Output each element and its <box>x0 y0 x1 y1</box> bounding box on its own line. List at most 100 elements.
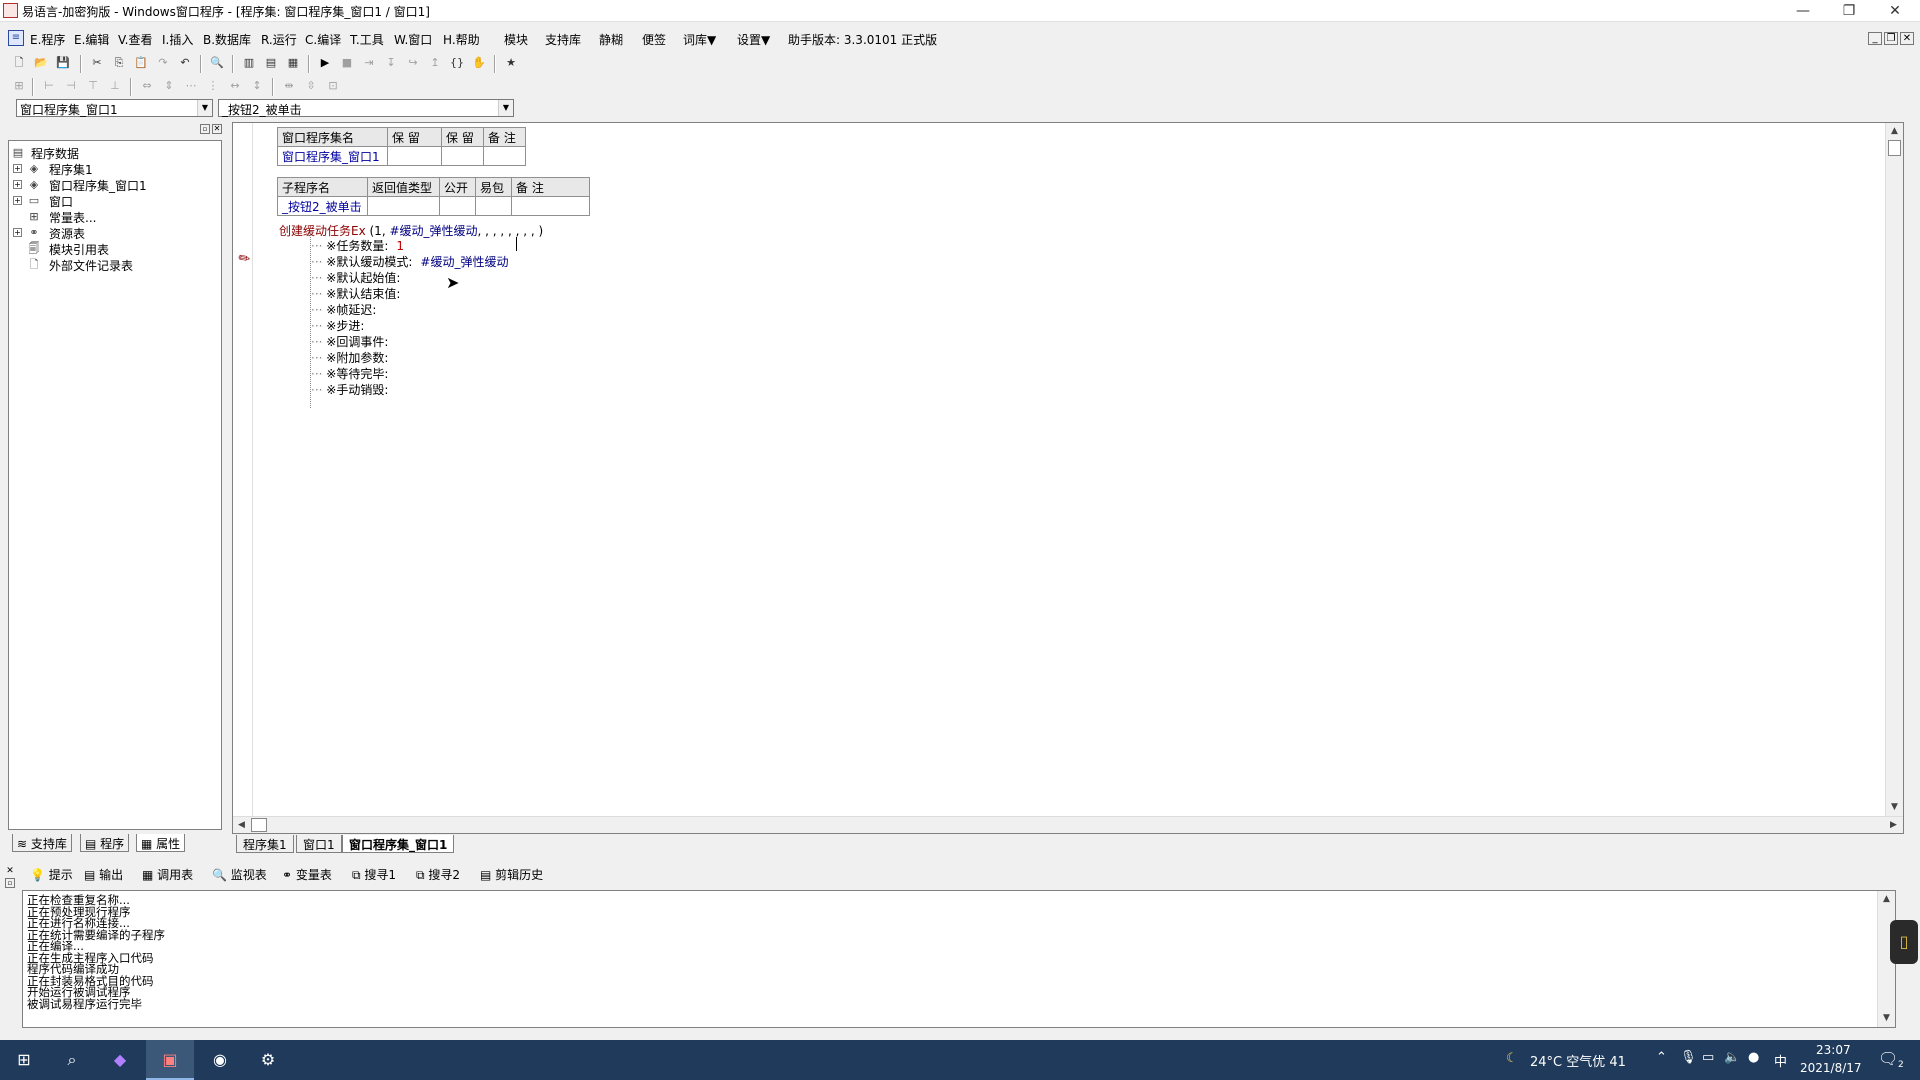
menu-support-library[interactable]: 支持库 <box>545 31 581 48</box>
menu-edit[interactable]: E.编辑 <box>74 31 109 48</box>
find-icon[interactable]: 🔍 <box>208 54 226 72</box>
layout-full-icon[interactable]: ▦ <box>284 54 302 72</box>
start-windows-icon[interactable]: ⊞ <box>0 1040 48 1080</box>
assembly-name-cell[interactable]: 窗口程序集_窗口1 <box>277 146 388 166</box>
tab-output[interactable]: ▤ 输出 <box>80 864 123 886</box>
table-cell[interactable] <box>511 196 590 216</box>
ime-indicator[interactable]: 中 <box>1774 1051 1787 1070</box>
chevron-down-icon[interactable]: ▼ <box>197 100 212 116</box>
param-line[interactable]: ··· ※步进: <box>311 317 372 334</box>
mdi-restore-button[interactable]: ❐ <box>1884 32 1898 45</box>
minimize-button[interactable]: — <box>1780 0 1826 22</box>
align-right-icon[interactable]: ⊣ <box>62 77 80 95</box>
obs-icon[interactable]: ◉ <box>196 1040 244 1080</box>
editor-vscrollbar[interactable]: ▲ ▼ <box>1885 123 1903 816</box>
space-v-icon[interactable]: ⇳ <box>302 77 320 95</box>
menu-insert[interactable]: I.插入 <box>162 31 193 48</box>
align-grid-icon[interactable]: ⊞ <box>10 77 28 95</box>
qq-icon[interactable]: ● <box>1748 1050 1759 1065</box>
tab-support-library[interactable]: ≋ 支持库 <box>12 834 72 852</box>
floating-helper-icon[interactable]: ▯ <box>1890 920 1918 964</box>
breakpoint-icon[interactable]: {} <box>448 54 466 72</box>
chevron-up-icon[interactable]: ⌃ <box>1656 1050 1667 1065</box>
align-bottom-icon[interactable]: ⊥ <box>106 77 124 95</box>
hand-icon[interactable]: ✋ <box>470 54 488 72</box>
table-cell[interactable] <box>387 146 442 166</box>
same-height-icon[interactable]: ↕ <box>248 77 266 95</box>
editor-hscrollbar[interactable]: ◀ ▶ <box>233 816 1903 833</box>
run-icon[interactable]: ▶ <box>316 54 334 72</box>
scroll-up-icon[interactable]: ▲ <box>1886 123 1903 140</box>
scroll-down-icon[interactable]: ▼ <box>1878 1010 1895 1027</box>
align-left-icon[interactable]: ⊢ <box>40 77 58 95</box>
panel-close-icon[interactable]: ✕ <box>212 124 222 134</box>
battery-icon[interactable]: ▭ <box>1702 1050 1714 1065</box>
scroll-down-icon[interactable]: ▼ <box>1886 799 1903 816</box>
copy-icon[interactable]: ⎘ <box>110 54 128 72</box>
menu-program[interactable]: E.程序 <box>30 31 65 48</box>
center-horizontal-icon[interactable]: ⇔ <box>138 77 156 95</box>
scroll-left-icon[interactable]: ◀ <box>233 817 250 834</box>
mdi-minimize-button[interactable]: _ <box>1868 32 1882 45</box>
menu-run[interactable]: R.运行 <box>261 31 297 48</box>
panel-float-icon[interactable]: ▫ <box>200 124 210 134</box>
menu-tools[interactable]: T.工具 <box>350 31 384 48</box>
step-out-icon[interactable]: ↥ <box>426 54 444 72</box>
table-cell[interactable] <box>367 196 440 216</box>
distribute-v-icon[interactable]: ⋮ <box>204 77 222 95</box>
tab-hint[interactable]: 💡 提示 <box>26 864 73 886</box>
subroutine-name-cell[interactable]: _按钮2_被单击 <box>277 196 368 216</box>
expand-icon[interactable]: + <box>13 196 22 205</box>
layout-bottom-icon[interactable]: ▤ <box>262 54 280 72</box>
scroll-right-icon[interactable]: ▶ <box>1885 817 1902 834</box>
assembly-select[interactable]: 窗口程序集_窗口1 ▼ <box>16 99 213 117</box>
redo-icon[interactable]: ↷ <box>154 54 172 72</box>
step-into-icon[interactable]: ↧ <box>382 54 400 72</box>
param-line[interactable]: ··· ※默认结束值: <box>311 285 408 302</box>
app-settings-icon[interactable]: ⚙ <box>244 1040 292 1080</box>
tab-assembly1[interactable]: 程序集1 <box>236 835 294 853</box>
param-line[interactable]: ··· ※默认缓动模式: #缓动_弹性缓动 <box>311 253 508 270</box>
menu-view[interactable]: V.查看 <box>118 31 152 48</box>
expand-icon[interactable]: + <box>13 228 22 237</box>
close-button[interactable]: ✕ <box>1872 0 1918 22</box>
paste-icon[interactable]: 📋 <box>132 54 150 72</box>
table-cell[interactable] <box>441 146 484 166</box>
param-line[interactable]: ··· ※等待完毕: <box>311 365 396 382</box>
stop-icon[interactable]: ■ <box>338 54 356 72</box>
param-line[interactable]: ··· ※附加参数: <box>311 349 396 366</box>
subroutine-select[interactable]: _按钮2_被单击 ▼ <box>218 99 514 117</box>
menu-module[interactable]: 模块 <box>504 31 528 48</box>
scroll-thumb[interactable] <box>1888 140 1901 156</box>
param-line[interactable]: ··· ※帧延迟: <box>311 301 384 318</box>
restore-button[interactable]: ❐ <box>1826 0 1872 22</box>
output-close-icon[interactable]: ✕ <box>5 866 15 876</box>
expand-icon[interactable]: + <box>13 164 22 173</box>
menu-database[interactable]: B.数据库 <box>203 31 251 48</box>
param-line[interactable]: ··· ※任务数量: 1 <box>311 237 404 254</box>
table-cell[interactable] <box>439 196 476 216</box>
chevron-down-icon[interactable]: ▼ <box>498 100 513 116</box>
helper-icon[interactable]: ★ <box>502 54 520 72</box>
align-top-icon[interactable]: ⊤ <box>84 77 102 95</box>
param-line[interactable]: ··· ※手动销毁: <box>311 381 396 398</box>
weather-text[interactable]: 24°C 空气优 41 <box>1530 1051 1626 1070</box>
search-icon[interactable]: ⌕ <box>48 1040 96 1080</box>
menu-settings[interactable]: 设置▼ <box>737 31 770 48</box>
menu-jinghu[interactable]: 静糊 <box>599 31 623 48</box>
code-editor[interactable]: ✎ 窗口程序集名 保 留 保 留 备 注 窗口程序集_窗口1 子程序名 返回值类… <box>232 122 1904 834</box>
tab-window1[interactable]: 窗口1 <box>296 835 342 853</box>
layout-left-icon[interactable]: ▥ <box>240 54 258 72</box>
tab-search1[interactable]: ⧉ 搜寻1 <box>348 864 396 886</box>
step-icon[interactable]: ⇥ <box>360 54 378 72</box>
notification-icon[interactable]: 🗨 <box>1878 1049 1898 1068</box>
table-cell[interactable] <box>483 146 526 166</box>
tab-search2[interactable]: ⧉ 搜寻2 <box>412 864 460 886</box>
center-form-icon[interactable]: ⊡ <box>324 77 342 95</box>
save-icon[interactable]: 💾 <box>54 54 72 72</box>
same-width-icon[interactable]: ↔ <box>226 77 244 95</box>
menu-compile[interactable]: C.编译 <box>305 31 341 48</box>
tab-clip-history[interactable]: ▤ 剪辑历史 <box>476 864 543 886</box>
space-h-icon[interactable]: ⇹ <box>280 77 298 95</box>
clock-time[interactable]: 23:07 <box>1816 1043 1851 1057</box>
